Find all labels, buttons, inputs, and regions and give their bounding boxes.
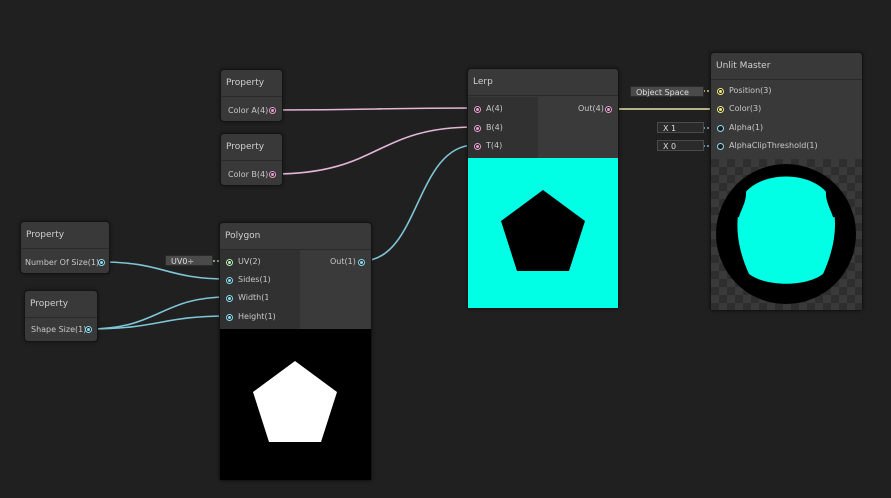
output-port-out[interactable]: [605, 106, 612, 113]
node-title: Polygon: [220, 223, 371, 250]
node-title: Unlit Master: [711, 53, 862, 80]
input-label-width: Width(1): [238, 293, 268, 302]
pentagon-shape: [501, 190, 585, 271]
output-label-shape-size: Shape Size(1): [31, 325, 87, 334]
port-fill-dot: [271, 109, 274, 112]
port-fill-dot: [607, 108, 610, 111]
wire-color-b-to-lerp-b[interactable]: [272, 126, 476, 175]
node-title: Property: [25, 291, 97, 318]
input-port-sides[interactable]: [226, 277, 233, 284]
port-fill-dot: [87, 328, 90, 331]
unlit-master-node[interactable]: Unlit Master Position(3) Color(3) Alpha(…: [710, 52, 863, 311]
output-port-shape-size[interactable]: [85, 326, 92, 333]
input-label-sides: Sides(1): [238, 275, 271, 284]
input-port-color[interactable]: [717, 106, 724, 113]
output-label-number-of-sides: Number Of Size(1): [25, 258, 100, 267]
lerp-preview: [468, 158, 618, 308]
input-label-a: A(4): [486, 104, 503, 113]
property-node-color-b[interactable]: Property Color B(4): [220, 133, 283, 186]
input-port-height[interactable]: [226, 314, 233, 321]
port-fill-dot: [719, 108, 722, 111]
input-port-clip-threshold[interactable]: [717, 143, 724, 150]
port-fill-dot: [719, 90, 722, 93]
alpha-value-field[interactable]: X 1: [657, 122, 704, 133]
sphere-preview-shape: [716, 164, 856, 304]
port-fill-dot: [228, 297, 231, 300]
wire-polygon-out-to-lerp-t[interactable]: [361, 144, 476, 262]
input-label-clip-threshold: AlphaClipThreshold(1): [729, 141, 818, 150]
polygon-preview: [220, 329, 371, 480]
input-port-b[interactable]: [474, 125, 481, 132]
port-fill-dot: [271, 173, 274, 176]
wire-shape-size-to-height[interactable]: [87, 315, 229, 330]
pentagon-shape: [253, 361, 337, 442]
input-label-color: Color(3): [729, 104, 762, 113]
port-fill-dot: [228, 261, 231, 264]
node-title: Lerp: [468, 69, 618, 96]
input-label-uv: UV(2): [238, 257, 261, 266]
wire-shape-size-to-width[interactable]: [87, 296, 229, 330]
input-port-position[interactable]: [717, 88, 724, 95]
output-port-out[interactable]: [358, 259, 365, 266]
node-title: Property: [221, 134, 282, 161]
port-fill-dot: [100, 261, 103, 264]
property-node-color-a[interactable]: Property Color A(4): [220, 69, 283, 122]
property-node-shape-size[interactable]: Property Shape Size(1): [24, 290, 98, 342]
output-port-color-a[interactable]: [269, 107, 276, 114]
port-fill-dot: [228, 279, 231, 282]
output-label-color-b: Color B(4): [228, 170, 269, 179]
port-fill-dot: [476, 108, 479, 111]
wire-color-a-to-lerp-a[interactable]: [272, 107, 476, 111]
input-label-position: Position(3): [729, 86, 772, 95]
polygon-node[interactable]: Polygon UV(2) Sides(1) Width(1) Height(1…: [219, 222, 372, 481]
input-port-a[interactable]: [474, 106, 481, 113]
input-label-alpha: Alpha(1): [729, 123, 764, 132]
output-label-color-a: Color A(4): [228, 106, 269, 115]
port-fill-dot: [228, 316, 231, 319]
master-preview: [711, 159, 862, 310]
port-fill-dot: [476, 127, 479, 130]
input-port-alpha[interactable]: [717, 125, 724, 132]
property-node-number-of-sides[interactable]: Property Number Of Size(1): [20, 221, 110, 274]
dropdown-arrow-icon: ÷: [187, 257, 195, 266]
uv-channel-dropdown[interactable]: UV0÷: [165, 255, 213, 266]
input-port-t[interactable]: [474, 143, 481, 150]
port-fill-dot: [476, 145, 479, 148]
node-title: Property: [221, 70, 282, 97]
output-label-out: Out(4): [578, 104, 604, 113]
position-space-dropdown[interactable]: Object Space: [630, 86, 704, 97]
input-port-uv[interactable]: [226, 259, 233, 266]
output-port-number-of-sides[interactable]: [98, 259, 105, 266]
clip-threshold-field[interactable]: X 0: [657, 140, 704, 151]
port-fill-dot: [360, 261, 363, 264]
input-port-width[interactable]: [226, 295, 233, 302]
input-label-t: T(4): [486, 141, 503, 150]
uv-channel-value: UV0: [171, 257, 188, 266]
input-label-b: B(4): [486, 123, 503, 132]
output-port-color-b[interactable]: [269, 171, 276, 178]
node-title: Property: [21, 222, 109, 249]
output-label-out: Out(1): [330, 257, 356, 266]
input-label-height: Height(1): [238, 312, 276, 321]
lerp-node[interactable]: Lerp A(4) B(4) T(4) Out(4): [467, 68, 619, 309]
